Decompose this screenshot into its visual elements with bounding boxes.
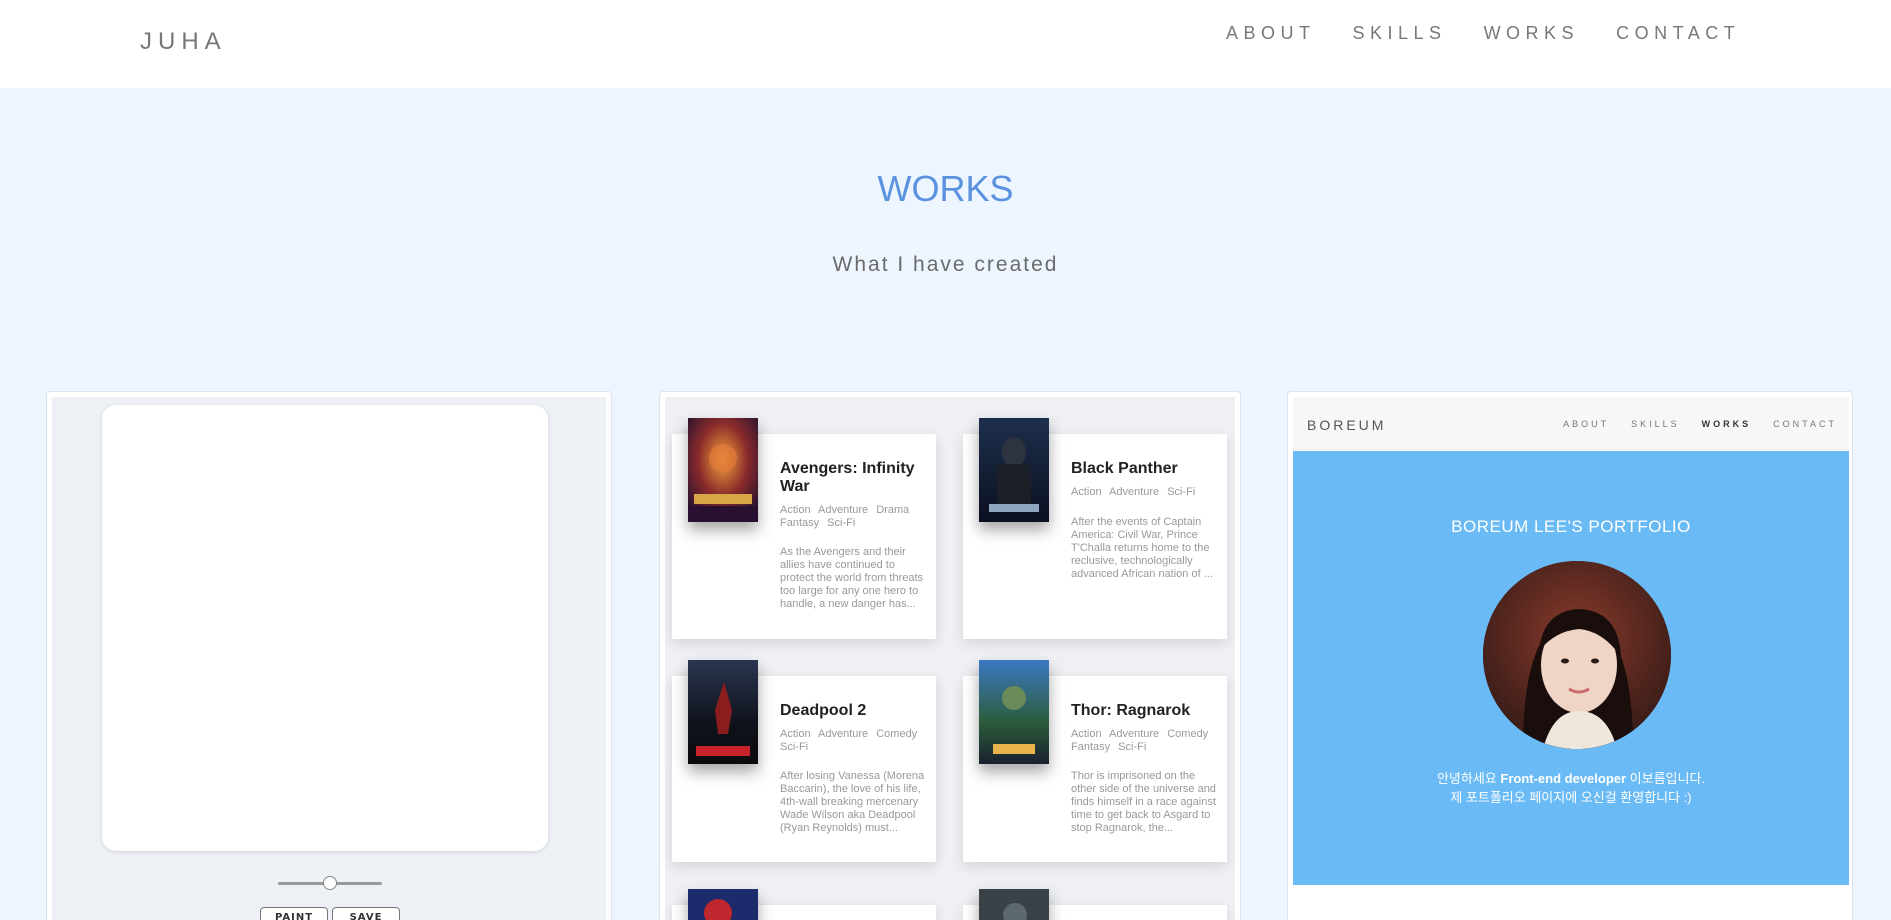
work-card-movies[interactable]: Avengers: Infinity War Action Adventure … (659, 391, 1241, 920)
movie-card[interactable]: Black Panther Action Adventure Sci-Fi Af… (963, 418, 1227, 639)
portfolio-nav-about[interactable]: ABOUT (1563, 419, 1609, 429)
movie-title: Thor: Ragnarok (1071, 702, 1191, 719)
section-title: WORKS (877, 168, 1014, 209)
portfolio-nav-links: ABOUT SKILLS WORKS CONTACT (1563, 419, 1837, 429)
portfolio-hero: BOREUM LEE'S PORTFOLIO 안녕하세요 Front-end d… (1293, 451, 1849, 885)
movie-description: As the Avengers and their allies have co… (780, 546, 924, 610)
paint-canvas[interactable] (102, 405, 548, 851)
movie-card[interactable] (672, 889, 936, 920)
movie-app-preview: Avengers: Infinity War Action Adventure … (665, 397, 1235, 920)
intro-role: Front-end developer (1500, 771, 1627, 786)
nav-link-skills[interactable]: SKILLS (1353, 23, 1447, 44)
portfolio-navbar: BOREUM ABOUT SKILLS WORKS CONTACT (1293, 397, 1849, 450)
movie-title: Deadpool 2 (780, 702, 867, 719)
portfolio-nav-skills[interactable]: SKILLS (1631, 419, 1680, 429)
paint-app-preview: PAINT SAVE (52, 397, 606, 920)
intro-text: 이보름입니다. (1626, 771, 1706, 786)
movie-genres: Action Adventure Drama Fantasy Sci-Fi (780, 504, 910, 529)
nav-link-works[interactable]: WORKS (1484, 23, 1580, 44)
slider-handle[interactable] (323, 876, 337, 890)
site-logo[interactable]: JUHA (140, 28, 227, 56)
movie-genres: Action Adventure Comedy Sci-Fi (780, 728, 918, 753)
portfolio-intro-line1: 안녕하세요 Front-end developer 이보름입니다. (1293, 769, 1849, 788)
portfolio-nav-works[interactable]: WORKS (1702, 419, 1752, 429)
save-button[interactable]: SAVE (332, 907, 400, 920)
paint-button[interactable]: PAINT (260, 907, 328, 920)
avatar (1483, 561, 1671, 749)
movie-description: Thor is imprisoned on the other side of … (1071, 770, 1216, 834)
work-card-portfolio[interactable]: BOREUM ABOUT SKILLS WORKS CONTACT BOREUM… (1287, 391, 1853, 920)
nav-links: ABOUT SKILLS WORKS CONTACT (1226, 23, 1740, 44)
movie-card[interactable]: Thor: Ragnarok Action Adventure Comedy F… (963, 660, 1227, 862)
movie-genres: Action Adventure Comedy Fantasy Sci-Fi (1071, 728, 1209, 753)
movie-poster (979, 418, 1049, 522)
movie-poster (688, 889, 758, 920)
intro-text: 안녕하세요 (1436, 771, 1501, 786)
movie-title: Avengers: Infinity War (780, 460, 915, 495)
movie-card[interactable]: Avengers: Infinity War Action Adventure … (672, 418, 936, 639)
portfolio-logo[interactable]: BOREUM (1307, 417, 1386, 433)
movie-poster (979, 660, 1049, 764)
movie-description: After losing Vanessa (Morena Baccarin), … (780, 770, 925, 834)
movie-poster (979, 889, 1049, 920)
portfolio-nav-contact[interactable]: CONTACT (1773, 419, 1837, 429)
section-subtitle: What I have created (832, 253, 1059, 276)
portfolio-intro: 안녕하세요 Front-end developer 이보름입니다. 제 포트폴리… (1293, 769, 1849, 807)
movie-card[interactable] (963, 889, 1227, 920)
navbar: JUHA ABOUT SKILLS WORKS CONTACT (0, 0, 1891, 88)
nav-link-contact[interactable]: CONTACT (1616, 23, 1740, 44)
movie-card[interactable]: Deadpool 2 Action Adventure Comedy Sci-F… (672, 660, 936, 862)
work-card-paint[interactable]: PAINT SAVE (46, 391, 612, 920)
nav-link-about[interactable]: ABOUT (1226, 23, 1316, 44)
movie-title: Black Panther (1071, 460, 1178, 477)
portfolio-intro-line2: 제 포트폴리오 페이지에 오신걸 환영합니다 :) (1450, 790, 1692, 805)
movie-description: After the events of Captain America: Civ… (1071, 516, 1213, 580)
movie-poster (688, 418, 758, 522)
movie-genres: Action Adventure Sci-Fi (1071, 486, 1196, 498)
movie-poster (688, 660, 758, 764)
portfolio-preview: BOREUM ABOUT SKILLS WORKS CONTACT BOREUM… (1293, 397, 1849, 920)
portfolio-title: BOREUM LEE'S PORTFOLIO (1451, 517, 1691, 536)
